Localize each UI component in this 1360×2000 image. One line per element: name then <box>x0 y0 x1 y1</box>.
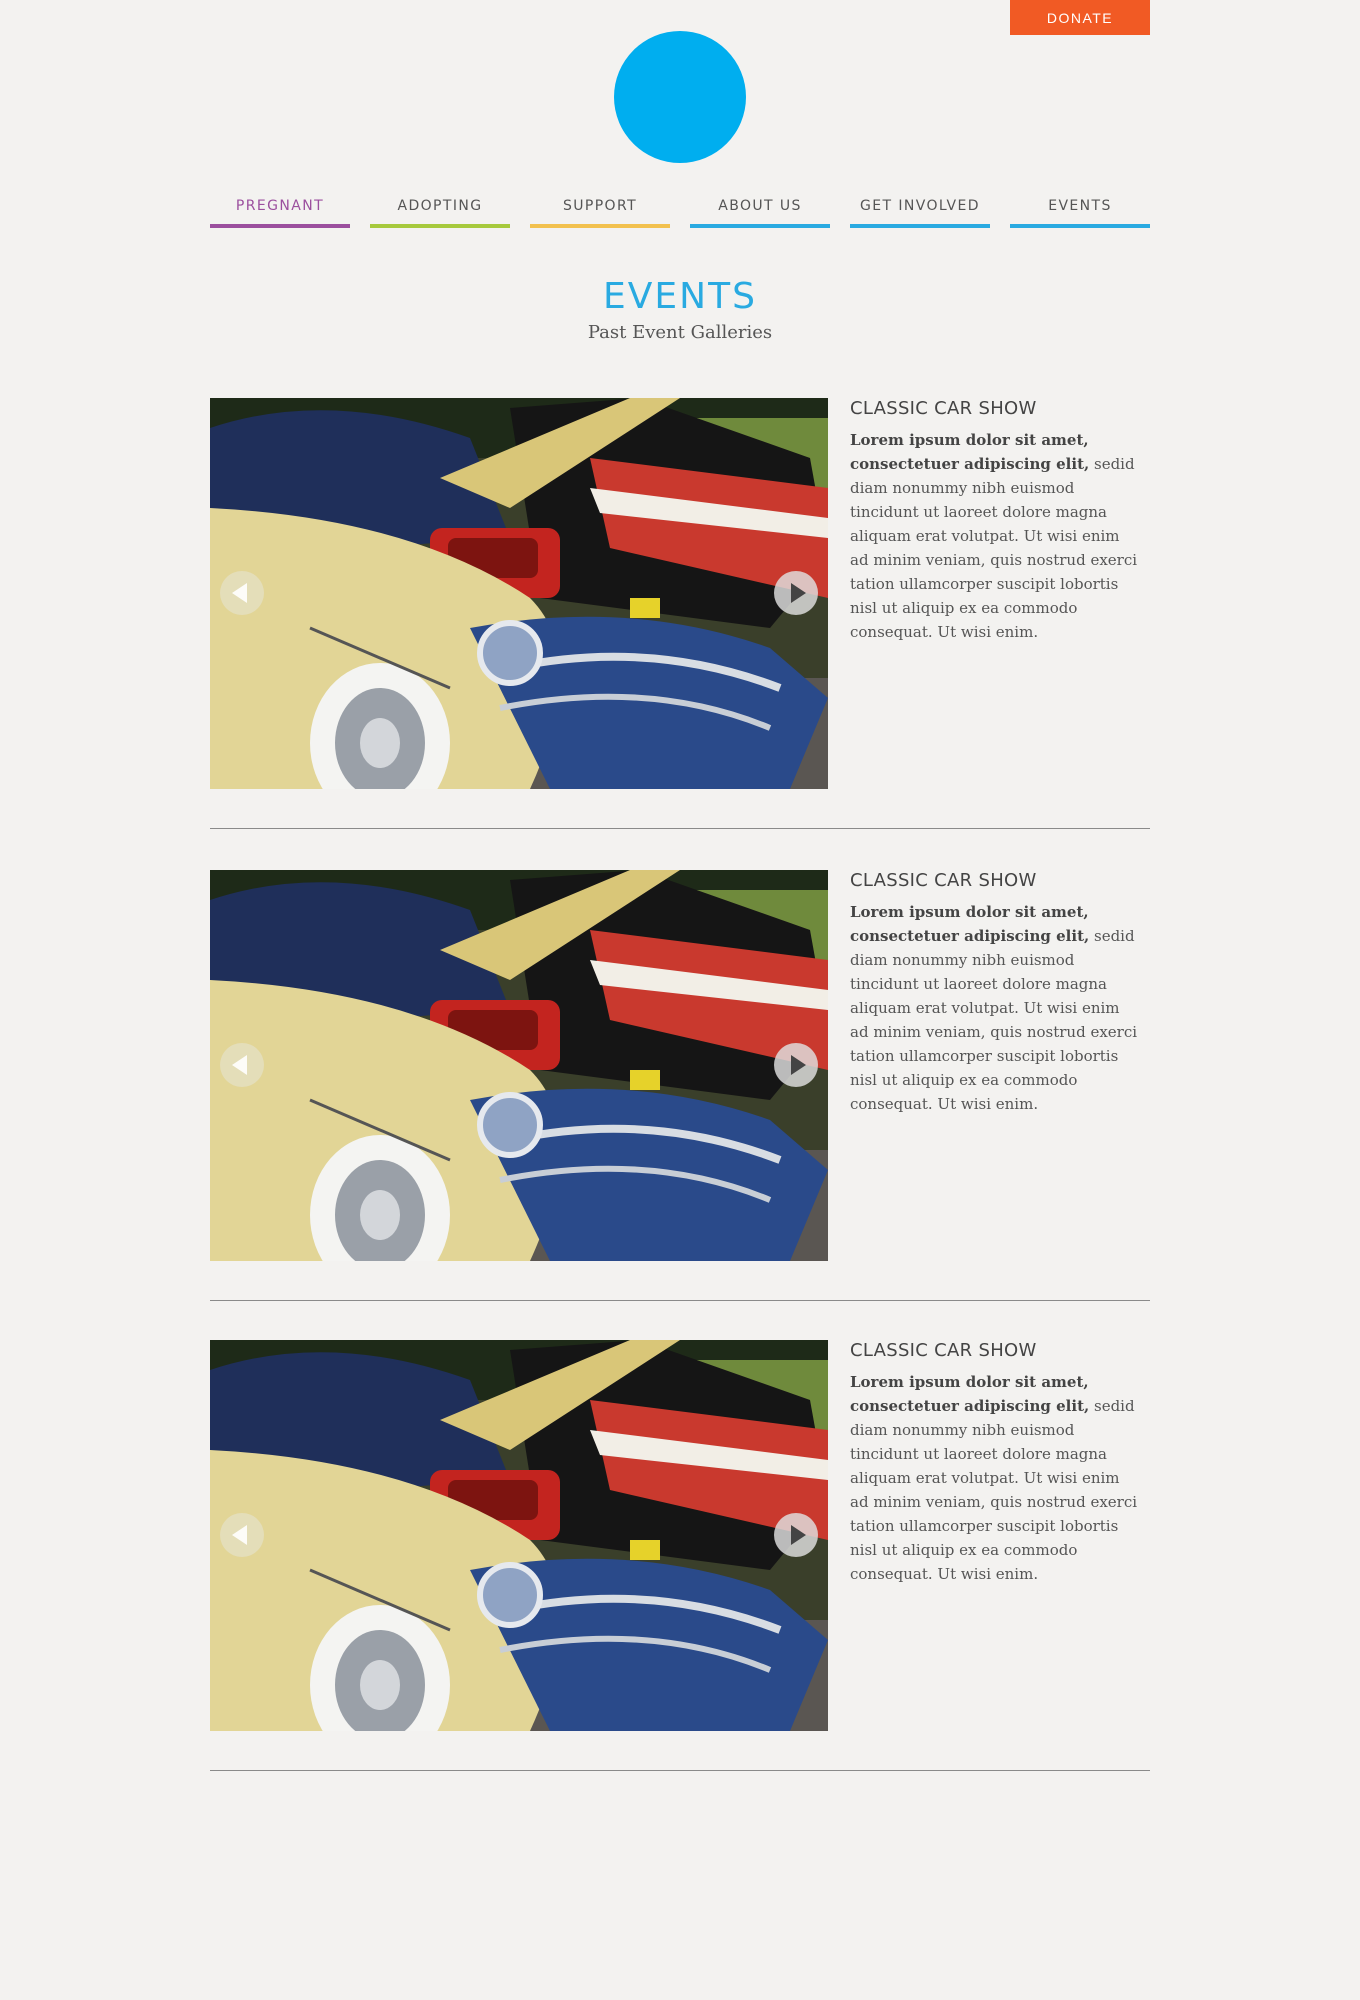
prev-arrow-icon[interactable] <box>220 1043 264 1087</box>
section-divider <box>210 1300 1150 1301</box>
event-card: CLASSIC CAR SHOW Lorem ipsum dolor sit a… <box>210 398 1150 828</box>
event-card: CLASSIC CAR SHOW Lorem ipsum dolor sit a… <box>210 1340 1150 1770</box>
event-title: CLASSIC CAR SHOW <box>850 1340 1037 1361</box>
page-title: EVENTS <box>603 276 757 317</box>
car-photo-image <box>210 398 828 789</box>
event-lead: Lorem ipsum dolor sit amet, consectetuer… <box>850 1373 1090 1415</box>
event-body: sedid diam nonummy nibh euismod tincidun… <box>850 927 1138 1113</box>
logo[interactable] <box>614 31 746 163</box>
nav-item-adopting[interactable]: ADOPTING <box>370 190 510 228</box>
main-nav: PREGNANT ADOPTING SUPPORT ABOUT US GET I… <box>210 190 1150 230</box>
prev-arrow-icon[interactable] <box>220 1513 264 1557</box>
event-lead: Lorem ipsum dolor sit amet, consectetuer… <box>850 903 1090 945</box>
event-photo[interactable] <box>210 398 828 789</box>
event-photo[interactable] <box>210 1340 828 1731</box>
nav-item-support[interactable]: SUPPORT <box>530 190 670 228</box>
next-arrow-icon[interactable] <box>774 1513 818 1557</box>
next-arrow-icon[interactable] <box>774 1043 818 1087</box>
event-card: CLASSIC CAR SHOW Lorem ipsum dolor sit a… <box>210 870 1150 1300</box>
nav-item-about-us[interactable]: ABOUT US <box>690 190 830 228</box>
event-body: sedid diam nonummy nibh euismod tincidun… <box>850 1397 1138 1583</box>
event-description: Lorem ipsum dolor sit amet, consectetuer… <box>850 900 1140 1116</box>
event-photo[interactable] <box>210 870 828 1261</box>
event-lead: Lorem ipsum dolor sit amet, consectetuer… <box>850 431 1090 473</box>
next-arrow-icon[interactable] <box>774 571 818 615</box>
event-body: sedid diam nonummy nibh euismod tincidun… <box>850 455 1138 641</box>
car-photo-image <box>210 1340 828 1731</box>
donate-button[interactable]: DONATE <box>1010 0 1150 35</box>
prev-arrow-icon[interactable] <box>220 571 264 615</box>
nav-item-get-involved[interactable]: GET INVOLVED <box>850 190 990 228</box>
section-divider <box>210 1770 1150 1771</box>
nav-item-pregnant[interactable]: PREGNANT <box>210 190 350 228</box>
section-divider <box>210 828 1150 829</box>
event-description: Lorem ipsum dolor sit amet, consectetuer… <box>850 1370 1140 1586</box>
event-title: CLASSIC CAR SHOW <box>850 398 1037 419</box>
event-description: Lorem ipsum dolor sit amet, consectetuer… <box>850 428 1140 644</box>
event-title: CLASSIC CAR SHOW <box>850 870 1037 891</box>
page-wrapper: DONATE PREGNANT ADOPTING SUPPORT ABOUT U… <box>210 0 1150 2000</box>
nav-item-events[interactable]: EVENTS <box>1010 190 1150 228</box>
car-photo-image <box>210 870 828 1261</box>
page-subtitle: Past Event Galleries <box>587 322 773 343</box>
